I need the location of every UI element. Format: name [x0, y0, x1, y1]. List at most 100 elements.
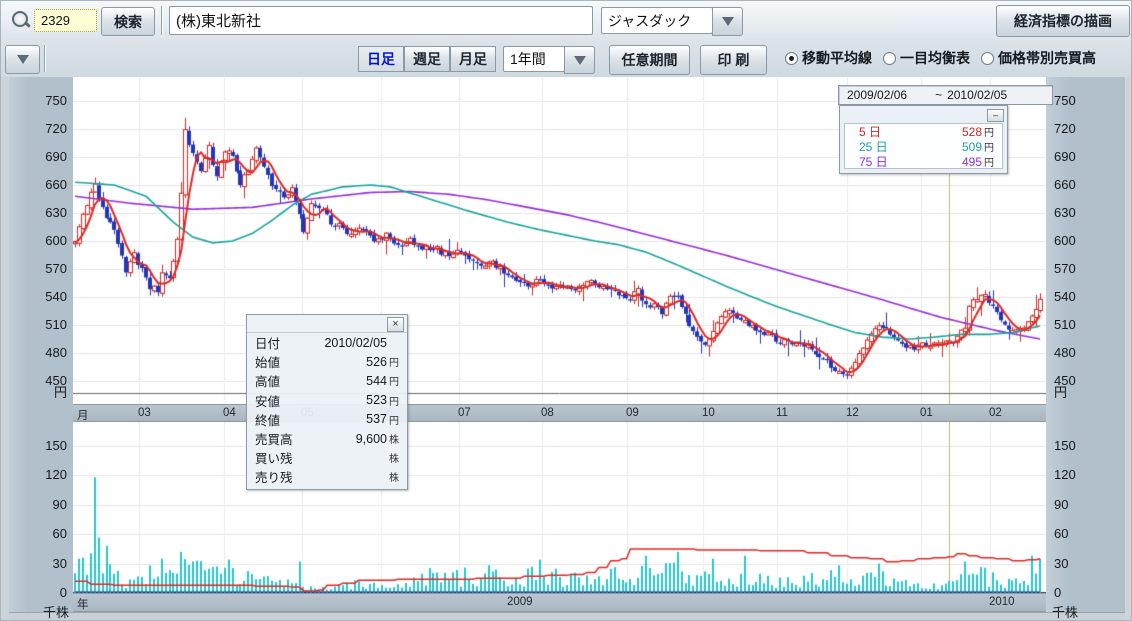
month-label-04: 04 [223, 407, 236, 419]
axis-tick: 90 [53, 497, 67, 512]
tab-日足[interactable]: 日足 [358, 46, 404, 72]
market-select-arrow[interactable] [712, 7, 743, 36]
window-edge-right [1125, 77, 1132, 621]
axis-tick: 600 [1054, 233, 1076, 248]
radio-価格帯別売買高[interactable]: 価格帯別売買高 [981, 48, 1096, 68]
axis-tick: 480 [45, 345, 67, 360]
month-label-07: 07 [458, 407, 471, 419]
month-label-03: 03 [138, 407, 151, 419]
ma-row: 5 日528円 [845, 124, 1002, 139]
ma-legend-rows: 5 日528円25 日509円75 日495円 [844, 123, 1003, 169]
tab-月足[interactable]: 月足 [450, 46, 496, 72]
search-icon [11, 10, 31, 30]
tooltip-row: 買い残株 [247, 448, 407, 467]
month-label-09: 09 [626, 407, 639, 419]
month-axis-title: 月 [77, 407, 89, 423]
close-icon[interactable]: × [387, 317, 404, 332]
tooltip-row: 売り残株 [247, 467, 407, 486]
tooltip-row: 日付2010/02/05 [247, 333, 407, 352]
overlay-radio-group: 移動平均線 一目均衡表 価格帯別売買高 [785, 48, 1096, 68]
search-button[interactable]: 検索 [101, 7, 155, 36]
axis-tick: 570 [45, 261, 67, 276]
radio-移動平均線[interactable]: 移動平均線 [785, 48, 872, 68]
ma-row: 25 日509円 [845, 139, 1002, 154]
month-label-11: 11 [776, 407, 788, 419]
minimize-button[interactable]: – [987, 109, 1004, 122]
year-axis-title: 年 [77, 596, 89, 612]
axis-tick: 150 [45, 438, 67, 453]
axis-tick: 150 [1054, 438, 1076, 453]
date-to: 2010/02/05 [947, 88, 1007, 102]
radio-label: 価格帯別売買高 [998, 48, 1096, 68]
radio-icon [981, 52, 994, 65]
price-unit-label: 円 [54, 385, 67, 400]
month-label-08: 08 [541, 407, 554, 419]
year-axis-strip: 年 2009 2010 [73, 593, 1046, 612]
radio-icon [785, 52, 798, 65]
toolbar: 2329 検索 (株)東北新社 ジャスダック 経済指標の描画 日足週足月足 1年… [1, 1, 1132, 78]
chevron-down-icon [574, 56, 586, 65]
volume-unit-label: 千株 [43, 605, 69, 620]
axis-tick: 750 [1054, 93, 1076, 108]
axis-tick: 510 [1054, 317, 1076, 332]
economic-indicator-button[interactable]: 経済指標の描画 [996, 5, 1130, 37]
separator [161, 6, 163, 35]
ma-row: 75 日495円 [845, 154, 1002, 169]
axis-tick: 120 [45, 467, 67, 482]
custom-period-button[interactable]: 任意期間 [609, 45, 690, 75]
tooltip-row: 売買高9,600株 [247, 429, 407, 448]
axis-tick: 120 [1054, 467, 1076, 482]
radio-icon [883, 52, 896, 65]
axis-tick: 690 [45, 149, 67, 164]
axis-tick: 60 [53, 526, 67, 541]
window-edge-bottom [9, 612, 1125, 621]
print-button[interactable]: 印 刷 [700, 45, 767, 75]
volume-unit-label: 千株 [1052, 605, 1078, 620]
date-separator: ~ [935, 88, 942, 102]
stock-code-input[interactable]: 2329 [34, 9, 97, 32]
right-axis-panel: 750720690660630600570540510480450円150120… [1046, 77, 1125, 612]
month-label-10: 10 [702, 407, 715, 419]
axis-tick: 660 [45, 177, 67, 192]
chevron-down-icon [17, 55, 29, 64]
company-name-field[interactable]: (株)東北新社 [169, 6, 593, 35]
radio-一目均衡表[interactable]: 一目均衡表 [883, 48, 970, 68]
axis-tick: 570 [1054, 261, 1076, 276]
quote-tooltip: × 日付2010/02/05始値526円高値544円安値523円終値537円売買… [246, 314, 408, 490]
axis-tick: 30 [53, 556, 67, 571]
tooltip-row: 始値526円 [247, 352, 407, 371]
tab-週足[interactable]: 週足 [404, 46, 450, 72]
radio-label: 一目均衡表 [900, 48, 970, 68]
tooltip-header: × [247, 315, 407, 333]
axis-tick: 690 [1054, 149, 1076, 164]
year-label-2010: 2010 [989, 596, 1015, 608]
period-tab-group: 日足週足月足 [358, 46, 496, 72]
month-label-12: 12 [846, 407, 859, 419]
axis-tick: 90 [1054, 497, 1068, 512]
range-select-arrow[interactable] [564, 46, 595, 74]
axis-tick: 30 [1054, 556, 1068, 571]
month-label-02: 02 [989, 407, 1002, 419]
month-axis-strip: 月030405060708091011120102 [73, 404, 1046, 422]
axis-tick: 0 [1054, 585, 1061, 600]
year-label-2009: 2009 [507, 596, 533, 608]
month-label-01: 01 [920, 407, 933, 419]
tooltip-rows: 日付2010/02/05始値526円高値544円安値523円終値537円売買高9… [247, 333, 407, 487]
axis-tick: 600 [45, 233, 67, 248]
date-from: 2009/02/06 [847, 88, 907, 102]
tooltip-row: 安値523円 [247, 391, 407, 410]
range-select[interactable]: 1年間 [503, 46, 565, 72]
axis-tick: 720 [45, 121, 67, 136]
stock-chart-app: 2329 検索 (株)東北新社 ジャスダック 経済指標の描画 日足週足月足 1年… [0, 0, 1132, 621]
date-range-field[interactable]: 2009/02/06 ~ 2010/02/05 [838, 85, 1053, 105]
axis-tick: 720 [1054, 121, 1076, 136]
axis-tick: 630 [1054, 205, 1076, 220]
axis-tick: 630 [45, 205, 67, 220]
axis-tick: 480 [1054, 345, 1076, 360]
ma-legend-box: – 5 日528円25 日509円75 日495円 [839, 105, 1008, 174]
market-select[interactable]: ジャスダック [601, 7, 713, 34]
axis-tick: 60 [1054, 526, 1068, 541]
tooltip-row: 高値544円 [247, 371, 407, 390]
axis-tick: 660 [1054, 177, 1076, 192]
collapse-toolbar-button[interactable] [5, 45, 40, 74]
